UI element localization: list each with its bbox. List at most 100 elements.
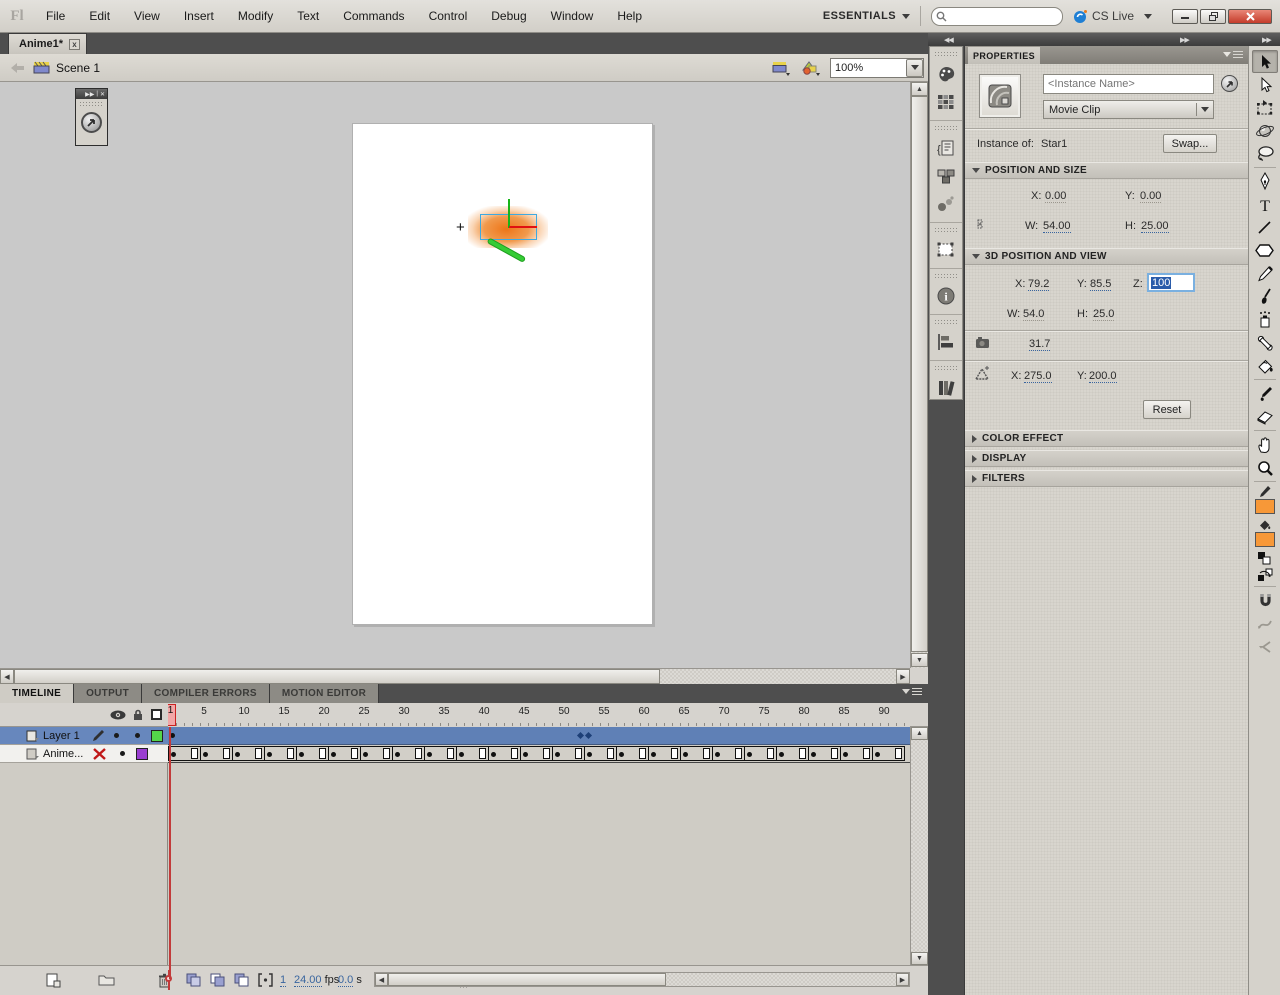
library-panel-icon[interactable] <box>930 374 962 402</box>
scroll-right-button[interactable]: ▶ <box>896 669 910 684</box>
motion-presets-panel-icon[interactable] <box>930 190 962 218</box>
layer-hidden-x-icon[interactable] <box>93 748 106 760</box>
timeline-tab-timeline[interactable]: TIMELINE <box>0 684 74 703</box>
symbol-type-dropdown[interactable]: Movie Clip <box>1043 100 1214 119</box>
selection-tool[interactable] <box>1252 50 1278 73</box>
edit-multiple-frames-icon[interactable] <box>258 973 273 987</box>
straighten-option-icon[interactable] <box>1252 635 1278 658</box>
swatches-panel-icon[interactable] <box>930 88 962 116</box>
text-tool[interactable]: T <box>1252 193 1278 216</box>
hand-tool[interactable] <box>1252 433 1278 456</box>
timeline-tab-output[interactable]: OUTPUT <box>74 684 142 703</box>
scroll-down-button[interactable]: ▼ <box>911 952 928 965</box>
snap-magnet-icon[interactable] <box>1252 589 1278 612</box>
keyframe-span[interactable] <box>680 746 713 761</box>
zoom-select[interactable]: 100% <box>830 58 924 78</box>
swap-colors-icon[interactable] <box>1257 567 1273 584</box>
scroll-left-button[interactable]: ◀ <box>0 669 14 684</box>
h-value[interactable]: 25.00 <box>1141 220 1169 233</box>
section-3d-position-and-view[interactable]: 3D POSITION AND VIEW <box>965 248 1249 265</box>
panel-menu-icon[interactable] <box>902 688 922 695</box>
collapse-panel-icon[interactable]: ▶▶ <box>1180 36 1189 44</box>
layer-name[interactable]: Layer 1 <box>43 730 89 742</box>
drag-grip[interactable] <box>934 125 958 132</box>
transform-panel-icon[interactable] <box>930 236 962 264</box>
eye-icon[interactable] <box>110 710 126 720</box>
keyframe-span[interactable] <box>232 746 265 761</box>
brush-tool[interactable] <box>1252 285 1278 308</box>
swap-button[interactable]: Swap... <box>1163 134 1217 153</box>
tab-properties[interactable]: PROPERTIES <box>968 47 1040 64</box>
expand-icon[interactable]: ▶▶ <box>85 91 94 98</box>
center-frame-icon[interactable] <box>186 973 202 987</box>
scroll-thumb[interactable] <box>14 669 660 684</box>
frames-row-anime[interactable] <box>168 745 910 763</box>
scroll-thumb[interactable] <box>911 96 928 652</box>
bone-tool[interactable] <box>1252 331 1278 354</box>
keyframe-span[interactable] <box>840 746 873 761</box>
menu-item-view[interactable]: View <box>122 0 172 33</box>
close-document-icon[interactable]: x <box>69 39 80 50</box>
keyframe-span[interactable] <box>584 746 617 761</box>
frames-area[interactable]: 1 51015202530354045505560657075808590 <box>168 703 910 965</box>
layer-row-layer1[interactable]: Layer 1 <box>0 727 168 745</box>
keyframe-span[interactable] <box>424 746 457 761</box>
menu-item-control[interactable]: Control <box>417 0 480 33</box>
info-panel-icon[interactable]: i <box>930 282 962 310</box>
menu-item-help[interactable]: Help <box>605 0 654 33</box>
scroll-up-button[interactable]: ▲ <box>911 82 928 96</box>
timeline-vertical-scrollbar[interactable]: ▲ ▼ <box>910 727 928 965</box>
keyframe-span[interactable] <box>296 746 329 761</box>
frame-rate[interactable]: 24.00 fps <box>294 974 339 986</box>
keyframe-span[interactable] <box>168 746 201 761</box>
publish-preview-button[interactable] <box>81 112 102 133</box>
drag-grip[interactable] <box>79 101 104 107</box>
y-value[interactable]: 0.00 <box>1140 190 1161 203</box>
document-tab[interactable]: Anime1* x <box>8 33 87 54</box>
stroke-color-swatch[interactable] <box>1255 499 1275 514</box>
menu-item-edit[interactable]: Edit <box>77 0 122 33</box>
x-value[interactable]: 0.00 <box>1045 190 1066 203</box>
paint-bucket-tool[interactable] <box>1252 354 1278 377</box>
layer-lock-dot[interactable] <box>135 733 140 738</box>
keyframe-span[interactable] <box>328 746 361 761</box>
deco-tool[interactable] <box>1252 308 1278 331</box>
property-keyframe-diamond[interactable] <box>577 732 584 739</box>
chevron-down-icon[interactable] <box>1144 14 1152 19</box>
zoom-tool[interactable] <box>1252 456 1278 479</box>
free-transform-tool[interactable] <box>1252 96 1278 119</box>
color-panel-icon[interactable] <box>930 60 962 88</box>
layer-lock-dot[interactable] <box>120 751 125 756</box>
new-layer-icon[interactable] <box>46 973 61 988</box>
smooth-option-icon[interactable] <box>1252 612 1278 635</box>
lasso-tool[interactable] <box>1252 142 1278 165</box>
section-display[interactable]: DISPLAY <box>965 450 1249 467</box>
new-folder-icon[interactable] <box>98 973 115 986</box>
pen-tool[interactable] <box>1252 170 1278 193</box>
keyframe-span[interactable] <box>200 746 233 761</box>
menu-item-debug[interactable]: Debug <box>479 0 538 33</box>
timeline-tab-compiler-errors[interactable]: COMPILER ERRORS <box>142 684 270 703</box>
reset-button[interactable]: Reset <box>1143 400 1191 419</box>
section-filters[interactable]: FILTERS <box>965 470 1249 487</box>
onion-skin-icon[interactable] <box>210 973 226 987</box>
keyframe-span[interactable] <box>552 746 585 761</box>
menu-item-window[interactable]: Window <box>539 0 606 33</box>
components-panel-icon[interactable] <box>930 162 962 190</box>
scroll-thumb[interactable] <box>388 973 666 986</box>
layer-outline-swatch[interactable] <box>136 748 148 760</box>
keyframe-span[interactable] <box>712 746 745 761</box>
menu-item-modify[interactable]: Modify <box>226 0 285 33</box>
direct-selection-button[interactable] <box>1221 75 1238 92</box>
playhead-line[interactable] <box>169 727 171 979</box>
w3d-value[interactable]: 54.0 <box>1023 308 1044 321</box>
align-panel-icon[interactable] <box>930 328 962 356</box>
keyframe-span[interactable] <box>808 746 841 761</box>
keyframe-span[interactable] <box>616 746 649 761</box>
pencil-tool[interactable] <box>1252 262 1278 285</box>
y3d-value[interactable]: 85.5 <box>1090 278 1111 291</box>
playhead[interactable]: 1 <box>168 704 176 726</box>
stage-horizontal-scrollbar[interactable]: ◀ ▶ <box>0 668 910 684</box>
cs-live[interactable]: CS Live <box>1073 9 1134 24</box>
scene-name[interactable]: Scene 1 <box>56 61 100 75</box>
